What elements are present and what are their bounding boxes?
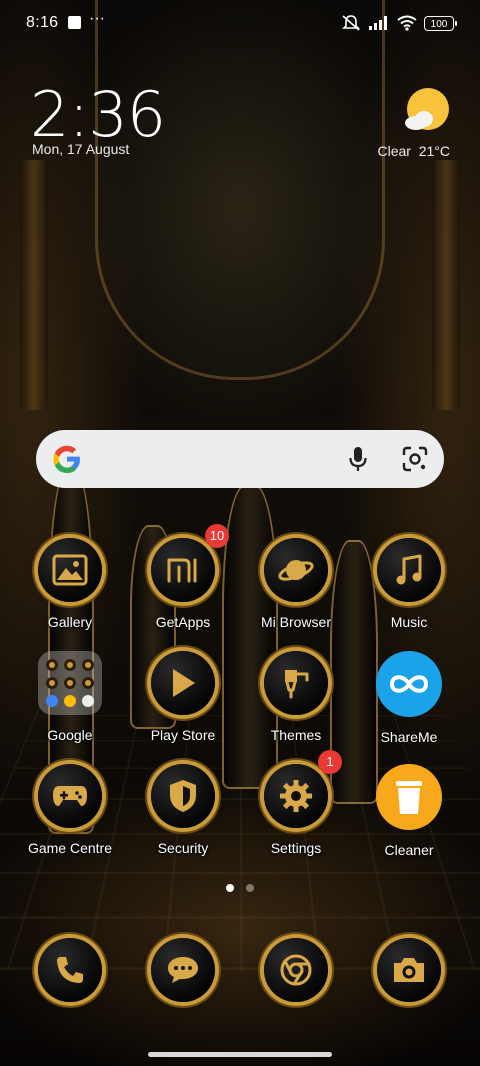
weather-condition: Clear [377, 143, 411, 159]
paintbrush-icon [264, 651, 328, 715]
google-search-bar[interactable] [36, 430, 444, 488]
app-label: ShareMe [380, 729, 438, 745]
weather-text[interactable]: Clear 21°C [377, 143, 450, 159]
app-getapps[interactable]: 10 GetApps [133, 524, 233, 630]
app-label: Mi Browser [260, 614, 331, 630]
notification-badge: 10 [205, 524, 229, 548]
wallpaper-pillar-left [20, 160, 48, 410]
app-label: Cleaner [384, 842, 434, 858]
wifi-icon [397, 15, 417, 31]
app-label: Play Store [150, 727, 216, 743]
app-label: Gallery [47, 614, 93, 630]
more-notifications: ··· [89, 10, 105, 27]
app-label: Security [157, 840, 209, 856]
wallpaper-pillar-right [432, 160, 460, 410]
app-music[interactable]: Music [359, 538, 459, 630]
clock-date[interactable]: Mon, 17 August [32, 141, 129, 157]
app-themes[interactable]: Themes [246, 651, 346, 743]
app-folder-google[interactable]: Google [20, 651, 120, 743]
lens-camera-icon[interactable] [402, 446, 428, 472]
planet-icon [264, 538, 328, 602]
gamepad-icon [38, 764, 102, 828]
page-dot[interactable] [246, 884, 254, 892]
app-label: Settings [270, 840, 322, 856]
infinity-icon [376, 651, 442, 717]
gear-icon: 1 [264, 750, 342, 828]
trash-icon [376, 764, 442, 830]
app-label: Game Centre [27, 840, 113, 856]
app-settings[interactable]: 1 Settings [246, 750, 346, 856]
app-game-centre[interactable]: Game Centre [20, 764, 120, 856]
weather-temperature: 21°C [418, 143, 450, 159]
microphone-icon[interactable] [348, 446, 368, 472]
status-bar: 8:16 ··· 100 [0, 0, 480, 46]
app-security[interactable]: Security [133, 764, 233, 856]
app-label: GetApps [155, 614, 211, 630]
app-shareme[interactable]: ShareMe [359, 651, 459, 745]
shield-icon [151, 764, 215, 828]
message-bubble-icon [151, 938, 215, 1002]
bell-muted-icon [342, 15, 360, 31]
status-time: 8:16 [26, 14, 59, 31]
play-icon [151, 651, 215, 715]
signal-icon [369, 16, 387, 30]
chrome-icon [264, 938, 328, 1002]
dock-chrome[interactable] [246, 938, 346, 1002]
page-indicator[interactable] [226, 884, 254, 892]
music-note-icon [377, 538, 441, 602]
dock-messages[interactable] [133, 938, 233, 1002]
app-gallery[interactable]: Gallery [20, 538, 120, 630]
dock-phone[interactable] [20, 938, 120, 1002]
wallpaper-arch [95, 0, 385, 380]
google-g-icon [53, 445, 80, 473]
phone-icon [38, 938, 102, 1002]
folder-icon [38, 651, 102, 715]
notification-badge: 1 [318, 750, 342, 774]
app-cleaner[interactable]: Cleaner [359, 764, 459, 858]
app-label: Themes [270, 727, 322, 743]
gallery-icon [38, 538, 102, 602]
dock-camera[interactable] [359, 938, 459, 1002]
battery-indicator: 100 [424, 15, 457, 31]
camera-icon [377, 938, 441, 1002]
app-label: Music [390, 614, 428, 630]
gesture-nav-handle[interactable] [148, 1052, 332, 1057]
wallpaper-chess-piece [222, 485, 278, 789]
page-dot-active[interactable] [226, 884, 234, 892]
mi-store-icon: 10 [151, 524, 229, 602]
app-play-store[interactable]: Play Store [133, 651, 233, 743]
notification-icon [68, 16, 81, 29]
app-label: Google [47, 727, 93, 743]
sun-cloud-icon[interactable] [402, 87, 450, 135]
app-mi-browser[interactable]: Mi Browser [246, 538, 346, 630]
